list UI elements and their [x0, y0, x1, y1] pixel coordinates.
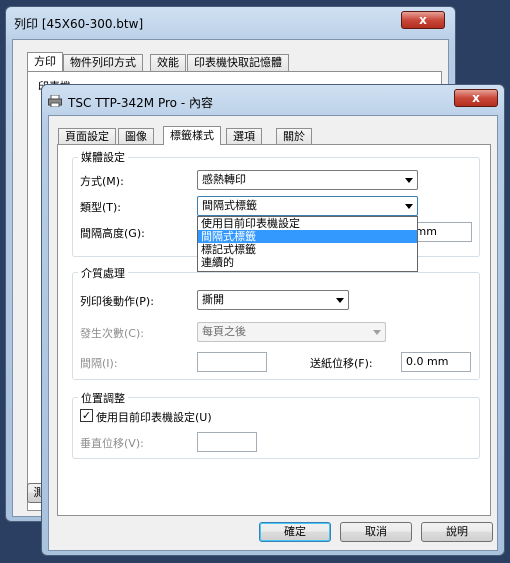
tab-label-style[interactable]: 標籤樣式 [163, 126, 221, 145]
use-printer-settings-checkbox[interactable]: ✓ [80, 409, 93, 422]
tab-options[interactable]: 選項 [226, 128, 262, 145]
chevron-down-icon [373, 330, 381, 335]
post-action-value: 撕開 [202, 293, 224, 306]
print-dialog-title: 列印 [45X60-300.btw] [14, 17, 144, 31]
feed-offset-input[interactable]: 0.0 mm [401, 352, 471, 372]
vertical-offset-input[interactable] [197, 432, 257, 452]
use-printer-settings-label[interactable]: 使用目前印表機設定(U) [96, 409, 212, 425]
media-type-select[interactable]: 間隔式標籤 [197, 196, 418, 216]
printer-properties-close-button[interactable]: x [454, 89, 498, 107]
print-dialog-close-button[interactable]: x [401, 11, 445, 29]
dropdown-option-use-printer-settings[interactable]: 使用目前印表機設定 [198, 217, 417, 230]
position-adjust-title: 位置調整 [78, 390, 128, 406]
vertical-offset-label: 垂直位移(V): [80, 437, 144, 450]
tab-page-setup[interactable]: 頁面設定 [58, 128, 116, 145]
bg-tab-print[interactable]: 方印 [27, 52, 63, 71]
help-button[interactable]: 說明 [421, 522, 493, 542]
media-type-dropdown-list: 使用目前印表機設定 間隔式標籤 標記式標籤 連續的 [197, 216, 418, 272]
interval-input[interactable] [197, 352, 267, 372]
tab-graphics[interactable]: 圖像 [118, 128, 154, 145]
printer-properties-client-area: 頁面設定 圖像 標籤樣式 選項 關於 媒體設定 方式(M): 感熱轉印 類型(T… [48, 115, 498, 551]
media-method-label: 方式(M): [80, 175, 124, 188]
occurrence-label: 發生次數(C): [80, 327, 144, 340]
chevron-down-icon [405, 178, 413, 183]
gap-height-label: 間隔高度(G): [80, 227, 145, 240]
bg-tab-object-print[interactable]: 物件列印方式 [63, 54, 143, 71]
post-action-select[interactable]: 撕開 [197, 290, 349, 310]
post-processing-title: 介質處理 [78, 265, 128, 281]
bg-tab-performance[interactable]: 效能 [150, 54, 186, 71]
media-method-value: 感熱轉印 [202, 173, 246, 186]
media-type-value: 間隔式標籤 [202, 199, 257, 212]
printer-properties-window: TSC TTP-342M Pro - 內容 x 頁面設定 圖像 標籤樣式 選項 … [41, 84, 505, 556]
occurrence-select[interactable]: 每頁之後 [197, 322, 386, 342]
post-action-label: 列印後動作(P): [80, 295, 154, 308]
interval-label: 間隔(I): [80, 357, 118, 370]
chevron-down-icon [405, 204, 413, 209]
label-style-tab-page: 媒體設定 方式(M): 感熱轉印 類型(T): 間隔式標籤 間隔高度(G): 0… [57, 144, 491, 516]
printer-icon [48, 94, 62, 108]
occurrence-value: 每頁之後 [202, 325, 246, 338]
feed-offset-label: 送紙位移(F): [310, 357, 373, 370]
media-settings-title: 媒體設定 [78, 149, 128, 165]
media-type-label: 類型(T): [80, 201, 122, 214]
bg-tab-printer-cache[interactable]: 印表機快取記憶體 [187, 54, 289, 71]
cancel-button[interactable]: 取消 [340, 522, 412, 542]
dropdown-option-continuous[interactable]: 連續的 [198, 256, 417, 269]
tab-about[interactable]: 關於 [276, 128, 312, 145]
media-method-select[interactable]: 感熱轉印 [197, 170, 418, 190]
ok-button[interactable]: 確定 [259, 522, 331, 542]
dropdown-option-mark-label[interactable]: 標記式標籤 [198, 243, 417, 256]
dropdown-option-gap-label[interactable]: 間隔式標籤 [198, 230, 417, 243]
chevron-down-icon [336, 298, 344, 303]
feed-offset-value: 0.0 mm [406, 355, 449, 368]
printer-properties-title: TSC TTP-342M Pro - 內容 [68, 96, 213, 110]
